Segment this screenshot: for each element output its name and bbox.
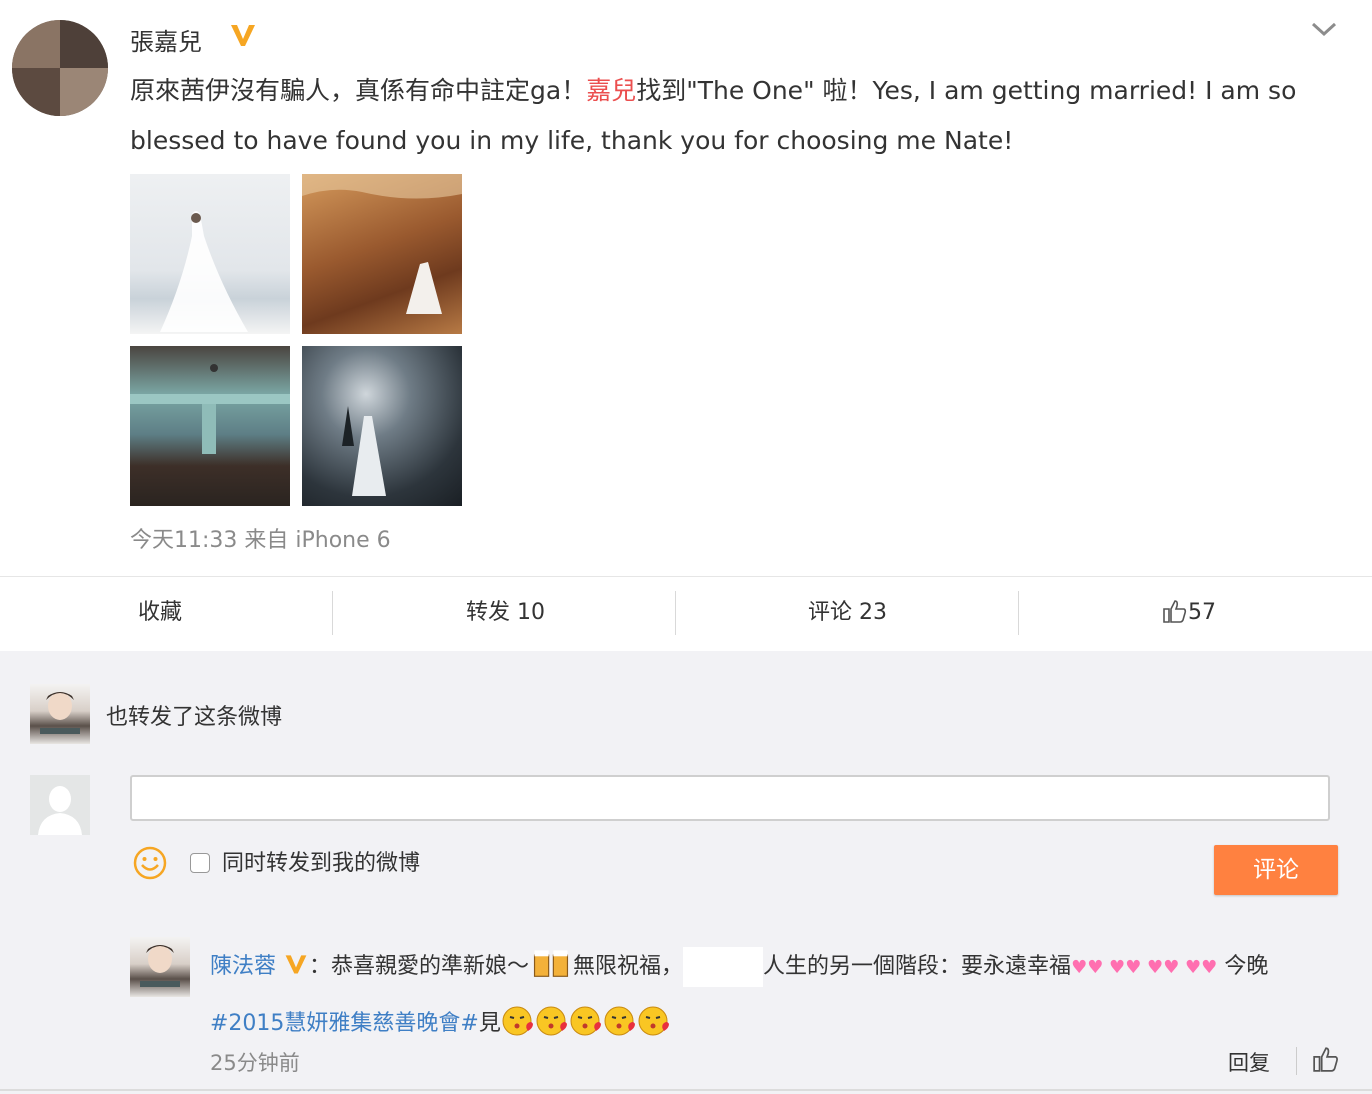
comment-text: ：恭喜親愛的準新娘～ (309, 954, 530, 979)
photo-thumbnail[interactable] (302, 346, 462, 506)
verified-badge-icon (285, 955, 307, 974)
commenter-name[interactable]: 陳法蓉 (210, 954, 276, 979)
hearts-emoji-icon: ♥♥ ♥♥ ♥♥ ♥♥ (1071, 957, 1218, 978)
comment-input[interactable] (130, 775, 1330, 821)
kiss-emoji-icon (638, 1006, 669, 1036)
thumbs-up-icon (1163, 600, 1187, 623)
kiss-emoji-icon (536, 1006, 567, 1036)
photo-thumbnail[interactable] (302, 174, 462, 334)
verified-badge-icon (231, 25, 255, 46)
post-text: 原來茜伊沒有騙人，真係有命中註定ga！嘉兒找到"The One" 啦！Yes, … (130, 66, 1350, 166)
like-count: 57 (1188, 600, 1216, 625)
divider (332, 591, 333, 635)
author-name[interactable]: 張嘉兒 (130, 22, 202, 57)
photo-thumbnail[interactable] (130, 174, 290, 334)
comment-text: 人生的另一個階段：要永遠幸福 (763, 954, 1072, 979)
comment-body: 陳法蓉 ：恭喜親愛的準新娘～ 無限祝福， 人生的另一個階段：要永遠幸福♥♥ ♥♥ ♥… (210, 939, 1340, 1052)
photo-grid (130, 174, 464, 508)
photo-thumbnail[interactable] (130, 346, 290, 506)
favorite-button[interactable]: 收藏 (138, 577, 182, 651)
hashtag-link[interactable]: #2015慧妍雅集慈善晚會# (210, 1011, 479, 1036)
comment-text: 無限祝福， (573, 954, 684, 979)
current-user-avatar (30, 775, 90, 835)
comment-text: 今晚 (1224, 954, 1269, 979)
divider (1018, 591, 1019, 635)
divider (675, 591, 676, 635)
repost-notice: 也转发了这条微博 (106, 705, 283, 730)
divider (0, 1089, 1372, 1091)
chevron-down-icon[interactable] (1310, 18, 1338, 40)
divider (1296, 1047, 1297, 1075)
reposter-avatar[interactable] (30, 684, 90, 744)
comment-button[interactable]: 评论 23 (808, 577, 887, 651)
thumbs-up-icon[interactable] (1312, 1045, 1340, 1073)
author-avatar[interactable] (12, 20, 108, 116)
action-bar: 收藏 转发 10 评论 23 57 (0, 576, 1372, 652)
comment-time: 25分钟前 (210, 1051, 300, 1075)
repost-button[interactable]: 转发 10 (466, 577, 545, 651)
kiss-emoji-icon (604, 1006, 635, 1036)
emoji-icon[interactable] (132, 845, 168, 881)
reply-button[interactable]: 回复 (1228, 1047, 1270, 1077)
repost-checkbox-label[interactable]: 同时转发到我的微博 (222, 845, 420, 877)
redacted-block (683, 947, 764, 987)
repost-checkbox[interactable] (190, 853, 210, 873)
cheers-beer-icon (533, 950, 569, 977)
mention-link[interactable]: 嘉兒 (586, 76, 636, 105)
comment-text: 見 (478, 1011, 501, 1036)
post-meta: 今天11:33 来自 iPhone 6 (130, 528, 391, 553)
like-button[interactable]: 57 (1162, 577, 1216, 651)
kiss-emoji-icon (502, 1006, 533, 1036)
post-text-part: 原來茜伊沒有騙人，真係有命中註定ga！ (130, 76, 587, 105)
weibo-post: 張嘉兒 原來茜伊沒有騙人，真係有命中註定ga！嘉兒找到"The One" 啦！Y… (0, 0, 1372, 576)
comment-section: 也转发了这条微博 同时转发到我的微博 评论 陳法蓉 ：恭喜親愛的準新娘～ 無限祝福… (0, 651, 1372, 1094)
submit-comment-button[interactable]: 评论 (1214, 845, 1338, 895)
kiss-emoji-icon (570, 1006, 601, 1036)
commenter-avatar[interactable] (130, 937, 190, 997)
